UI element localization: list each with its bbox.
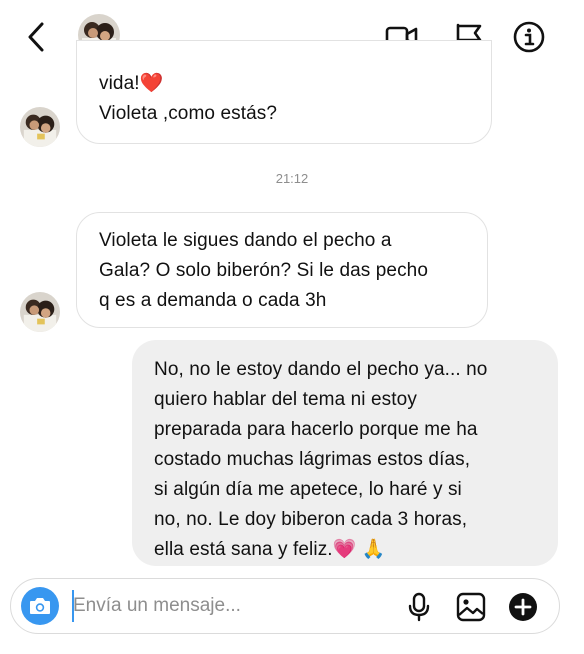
gallery-icon — [456, 592, 486, 622]
sender-avatar[interactable] — [20, 292, 60, 332]
add-button[interactable] — [507, 591, 539, 623]
message-line: quiero hablar del tema ni estoy — [154, 389, 417, 410]
message-line: Violeta le sigues dando el pecho a — [99, 230, 392, 251]
add-icon — [509, 593, 537, 621]
camera-button[interactable] — [21, 587, 59, 625]
incoming-message[interactable]: vida!❤️ Violeta ,como estás? — [76, 40, 492, 144]
message-line: Violeta ,como estás? — [99, 103, 278, 124]
outgoing-message[interactable]: No, no le estoy dando el pecho ya... no … — [132, 340, 558, 566]
message-composer — [10, 578, 560, 634]
gallery-button[interactable] — [455, 591, 487, 623]
chevron-left-icon — [28, 22, 44, 52]
message-line: vida!❤️ — [99, 73, 164, 94]
info-icon — [513, 21, 545, 53]
message-line: ella está sana y feliz.💗 🙏 — [154, 539, 386, 560]
microphone-icon — [408, 592, 430, 622]
message-line: preparada para hacerlo porque me ha — [154, 419, 478, 440]
camera-icon — [30, 598, 50, 614]
message-line: no, no. Le doy biberon cada 3 horas, — [154, 509, 468, 530]
message-input[interactable] — [73, 589, 393, 623]
voice-message-button[interactable] — [403, 591, 435, 623]
sender-avatar[interactable] — [20, 107, 60, 147]
message-line: No, no le estoy dando el pecho ya... no — [154, 359, 488, 380]
message-line: si algún día me apetece, lo haré y si — [154, 479, 462, 500]
message-line: Gala? O solo biberón? Si le das pecho — [99, 260, 429, 281]
info-button[interactable] — [512, 20, 546, 54]
message-line: q es a demanda o cada 3h — [99, 290, 327, 311]
back-button[interactable] — [22, 20, 52, 54]
message-timestamp: 21:12 — [275, 171, 309, 186]
incoming-message[interactable]: Violeta le sigues dando el pecho a Gala?… — [76, 212, 488, 328]
message-line: costado muchas lágrimas estos días, — [154, 449, 471, 470]
